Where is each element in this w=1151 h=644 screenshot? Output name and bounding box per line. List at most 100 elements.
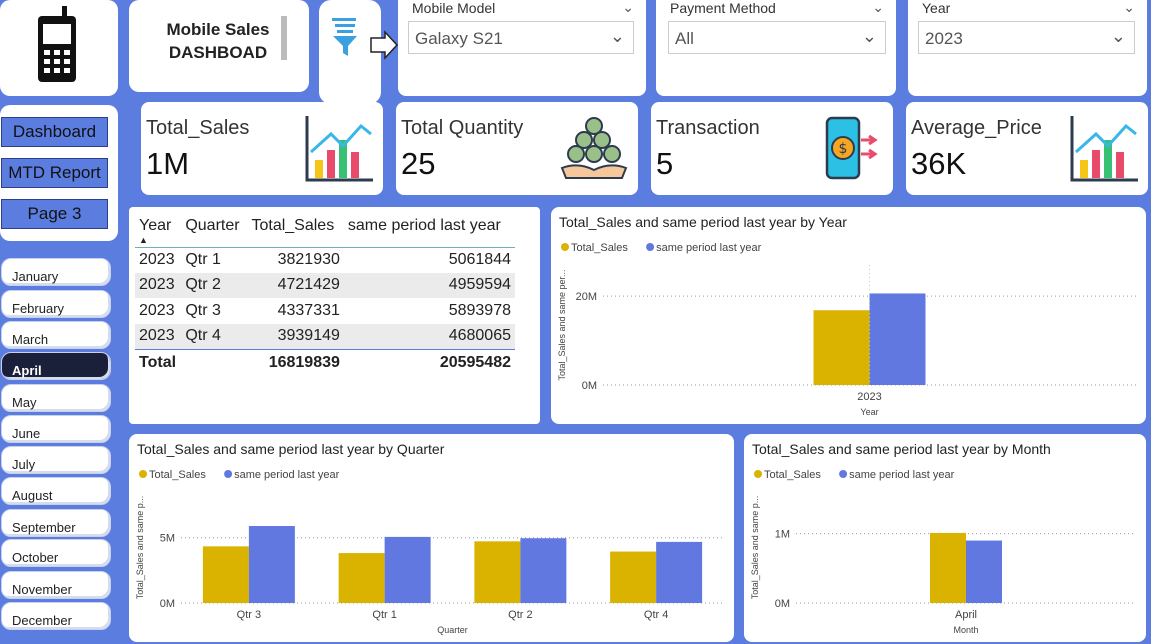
x-tick-label: Qtr 2 [508, 609, 532, 621]
table-total-row: Total 16819839 20595482 [135, 348, 515, 377]
column-header-last-year[interactable]: same period last year [344, 213, 515, 247]
payment-method-label: Payment Method [670, 0, 776, 16]
filter-toggle-button[interactable] [319, 0, 399, 104]
legend-label-1: same period last year [234, 469, 339, 481]
sales-data-table: Year ▲ Quarter Total_Sales same period l… [135, 213, 515, 377]
cell-quarter: Qtr 1 [185, 251, 221, 268]
page-title: Mobile Sales DASHBOAD [163, 18, 273, 64]
payment-method-value: All [675, 29, 694, 48]
chart-by-month: Total_Sales and same period last year by… [744, 434, 1146, 642]
cell-last-year: 5061844 [448, 251, 511, 268]
month-june[interactable]: June [1, 415, 111, 443]
month-may[interactable]: May [1, 384, 111, 412]
column-header-year[interactable]: Year ▲ [135, 213, 181, 247]
y-axis-title: Total_Sales and same per... [557, 269, 567, 380]
cell-year: 2023 [135, 272, 182, 298]
bar-chart-icon [1070, 116, 1138, 182]
title-line-1: Mobile Sales [166, 20, 270, 39]
bar-total_sales [610, 551, 657, 603]
bar-total_sales [338, 553, 385, 603]
kpi-value: 5 [656, 146, 674, 181]
bar-same-period-last-year [384, 536, 431, 603]
legend-marker-0 [754, 470, 762, 478]
bar-same-period-last-year [869, 293, 926, 385]
month-september[interactable]: September [1, 509, 111, 537]
table-row: 2023 Qtr 4 3939149 4680065 [135, 323, 515, 349]
bar-total_sales [474, 541, 521, 603]
table-row: 2023 Qtr 3 4337331 5893978 [135, 298, 515, 324]
payment-method-dropdown[interactable]: All ⌄ [668, 21, 886, 54]
chevron-down-icon: ⌄ [861, 26, 877, 47]
chevron-up-icon[interactable]: ⌄ [1123, 0, 1135, 16]
cell-total-sales: 4337331 [277, 301, 340, 319]
title-divider [281, 16, 287, 60]
filter-funnel-icon [332, 18, 399, 60]
title-line-2: DASHBOAD [168, 43, 268, 62]
cell-quarter: Qtr 4 [181, 323, 248, 349]
month-february[interactable]: February [1, 290, 111, 318]
kpi-transaction: Transaction 5 $ [651, 102, 893, 195]
nav-dashboard-button[interactable]: Dashboard [1, 117, 108, 147]
x-tick-label: Qtr 4 [644, 609, 668, 621]
kpi-value: 25 [401, 146, 436, 181]
x-axis-title: Quarter [437, 625, 468, 635]
mobile-model-label: Mobile Model [412, 0, 496, 16]
chevron-up-icon[interactable]: ⌄ [622, 0, 634, 16]
mobile-model-dropdown[interactable]: Galaxy S21 ⌄ [408, 21, 634, 54]
chart-by-quarter-svg: Total_Sales same period last year 0M 5M Tota… [135, 469, 724, 635]
bar-total_sales [813, 310, 870, 385]
legend-marker-0 [139, 470, 147, 478]
y-tick-label: 5M [160, 533, 175, 545]
mobile-model-value: Galaxy S21 [415, 29, 503, 48]
legend-label-1: same period last year [656, 242, 761, 254]
cell-total-sales: 3939149 [247, 323, 344, 349]
month-january[interactable]: January [1, 258, 111, 286]
mobile-model-slicer: Mobile Model ⌄ Galaxy S21 ⌄ [398, 0, 646, 96]
cell-last-year: 4959594 [343, 272, 515, 298]
year-dropdown[interactable]: 2023 ⌄ [918, 21, 1135, 54]
chevron-down-icon: ⌄ [609, 26, 625, 47]
cell-last-year: 4680065 [343, 323, 515, 349]
column-header-total-sales[interactable]: Total_Sales [247, 213, 343, 247]
chart-by-year-svg: Total_Sales same period last year 0M 20M Tot… [557, 242, 1136, 417]
cell-year: 2023 [139, 301, 175, 319]
nav-mtd-report-button[interactable]: MTD Report [1, 158, 108, 188]
chart-by-year: Total_Sales and same period last year by… [551, 207, 1146, 424]
cell-quarter: Qtr 2 [181, 272, 248, 298]
kpi-value: 1M [146, 146, 190, 181]
legend-marker-1 [646, 243, 655, 251]
cell-year: 2023 [135, 323, 182, 349]
kpi-label: Average_Price [911, 117, 1042, 139]
kpi-average-price: Average_Price 36K [906, 102, 1148, 195]
cell-last-year: 5893978 [448, 301, 511, 319]
month-april[interactable]: April [1, 352, 111, 380]
bar-same-period-last-year [656, 541, 703, 603]
bar-same-period-last-year [966, 540, 1002, 603]
phone-logo-card [0, 0, 118, 96]
cell-quarter: Qtr 3 [185, 301, 221, 319]
y-axis-title: Total_Sales and same p... [135, 496, 145, 600]
month-march[interactable]: March [1, 321, 111, 349]
sort-ascending-icon: ▲ [139, 235, 148, 245]
month-december[interactable]: December [1, 602, 111, 630]
month-november[interactable]: November [1, 571, 111, 599]
nav-page-3-button[interactable]: Page 3 [1, 199, 108, 229]
bar-total_sales [930, 532, 966, 603]
kpi-total-quantity: Total Quantity 25 [396, 102, 638, 195]
y-axis-title: Total_Sales and same p... [750, 496, 760, 600]
cell-total-sales: 3821930 [277, 251, 340, 268]
legend-label-1: same period last year [849, 469, 954, 481]
month-october[interactable]: October [1, 539, 111, 567]
mobile-phone-icon [38, 6, 76, 82]
payment-method-slicer: Payment Method ⌄ All ⌄ [656, 0, 896, 96]
y-tick-label: 0M [775, 598, 790, 610]
chevron-up-icon[interactable]: ⌄ [872, 0, 884, 16]
bar-chart-icon [305, 116, 373, 182]
month-july[interactable]: July [1, 446, 111, 474]
y-tick-label: 0M [582, 380, 597, 392]
chart-by-quarter: Total_Sales and same period last year by… [129, 434, 734, 642]
table-row: 2023 Qtr 1 3821930 5061844 [135, 247, 515, 273]
column-header-quarter[interactable]: Quarter [181, 213, 247, 247]
legend-marker-1 [224, 470, 233, 478]
month-august[interactable]: August [1, 477, 111, 505]
